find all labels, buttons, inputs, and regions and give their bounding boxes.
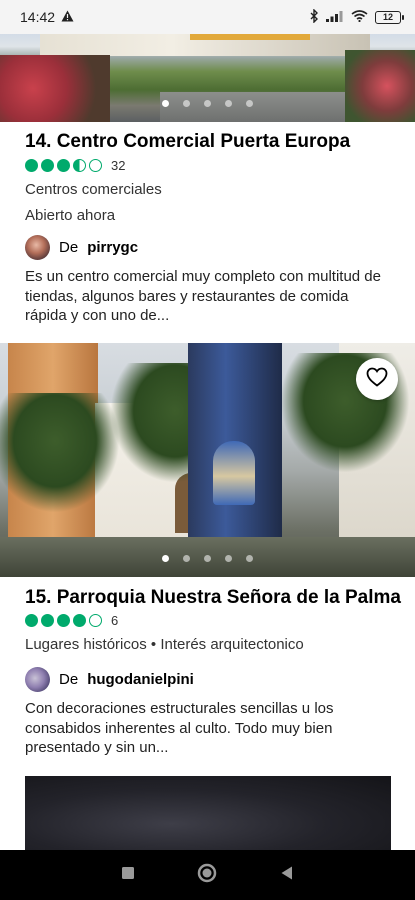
- listing-category: Centros comerciales: [25, 181, 162, 198]
- photo-palm: [0, 393, 120, 513]
- save-button[interactable]: [356, 358, 398, 400]
- rating-bubble-full: [25, 159, 38, 172]
- listing-photo-carousel[interactable]: [0, 30, 415, 122]
- rating-bubble-empty: [89, 614, 102, 627]
- listing-title[interactable]: 14. Centro Comercial Puerta Europa: [25, 131, 350, 153]
- rating-bubble-empty: [89, 159, 102, 172]
- carousel-dot-active[interactable]: [162, 100, 169, 107]
- square-icon[interactable]: [121, 866, 135, 885]
- review-count: 6: [111, 613, 119, 628]
- avatar: [25, 667, 50, 692]
- status-right: 12: [310, 7, 404, 26]
- signal-icon: [326, 10, 344, 25]
- review-count: 32: [111, 158, 126, 173]
- carousel-dot[interactable]: [183, 555, 190, 562]
- carousel-dots: [0, 100, 415, 107]
- rating-bubbles: 32: [25, 158, 125, 173]
- rating-bubble-full: [41, 159, 54, 172]
- listing-title[interactable]: 15. Parroquia Nuestra Señora de la Palma: [25, 587, 401, 609]
- status-bar: 14:42 12: [0, 0, 415, 34]
- carousel-dot[interactable]: [246, 555, 253, 562]
- heart-icon: [366, 367, 388, 392]
- carousel-dot[interactable]: [183, 100, 190, 107]
- author-name[interactable]: hugodanielpini: [87, 671, 194, 688]
- listing-hours: Abierto ahora: [25, 207, 116, 224]
- listing-category: Lugares históricos • Interés arquitecton…: [25, 636, 304, 653]
- rating-bubble-full: [41, 614, 54, 627]
- rating-bubbles: 6: [25, 613, 118, 628]
- rating-bubble-full: [73, 614, 86, 627]
- author-prefix: De: [59, 239, 79, 256]
- status-left: 14:42: [20, 9, 74, 25]
- author-name[interactable]: pirrygc: [87, 239, 138, 256]
- battery-icon: 12: [375, 10, 404, 24]
- rating-bubble-full: [25, 614, 38, 627]
- rating-bubble-full: [57, 614, 70, 627]
- review-author[interactable]: De hugodanielpini: [25, 667, 194, 692]
- photo-building-trim: [190, 34, 310, 40]
- carousel-dot[interactable]: [204, 100, 211, 107]
- carousel-dots: [0, 555, 415, 562]
- author-prefix: De: [59, 671, 79, 688]
- circle-icon[interactable]: [197, 863, 217, 888]
- rating-bubble-full: [57, 159, 70, 172]
- carousel-dot[interactable]: [225, 555, 232, 562]
- carousel-dot[interactable]: [246, 100, 253, 107]
- review-snippet[interactable]: Con decoraciones estructurales sencillas…: [25, 699, 391, 758]
- status-time: 14:42: [20, 9, 56, 25]
- triangle-back-icon[interactable]: [280, 865, 294, 886]
- rating-bubble-half: [73, 159, 86, 172]
- review-author[interactable]: De pirrygc: [25, 235, 138, 260]
- listing-photo-carousel[interactable]: [0, 343, 415, 577]
- carousel-dot[interactable]: [225, 100, 232, 107]
- photo-road: [160, 92, 360, 122]
- carousel-dot-active[interactable]: [162, 555, 169, 562]
- avatar: [25, 235, 50, 260]
- wifi-icon: [351, 9, 368, 25]
- listing-photo[interactable]: [25, 776, 391, 856]
- navigation-bar: [0, 850, 415, 900]
- bluetooth-icon: [310, 7, 319, 26]
- warning-icon: [61, 9, 74, 25]
- photo-kiosk-tile: [213, 441, 255, 505]
- review-snippet[interactable]: Es un centro comercial muy completo con …: [25, 267, 391, 326]
- photo-flowers: [345, 50, 415, 122]
- photo-flowers: [0, 55, 110, 122]
- carousel-dot[interactable]: [204, 555, 211, 562]
